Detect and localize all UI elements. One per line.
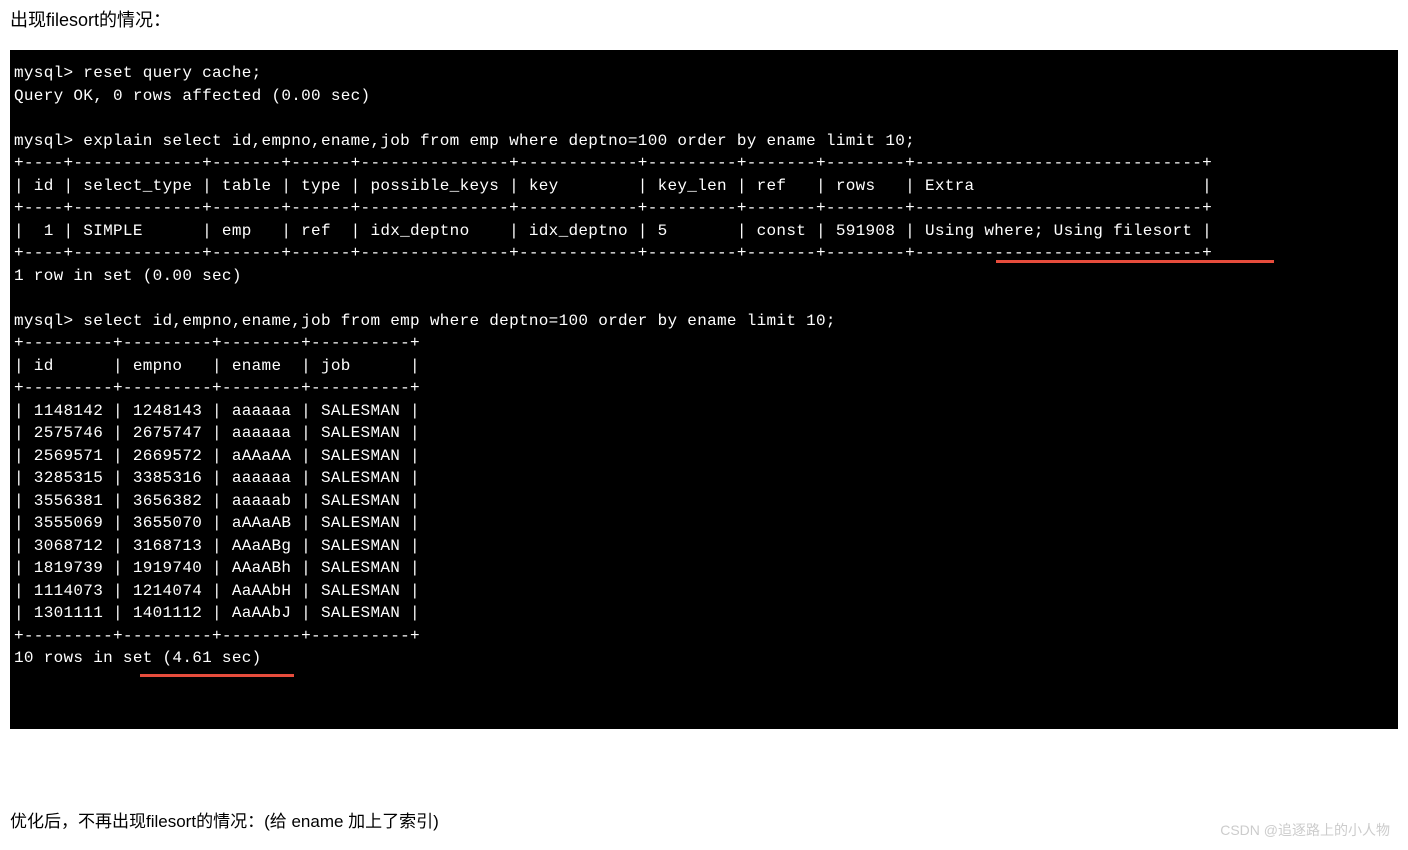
table-row: | 3555069 | 3655070 | aAAaAB | SALESMAN … <box>14 514 420 532</box>
table-separator: +---------+---------+--------+----------… <box>14 627 420 645</box>
table-separator: +---------+---------+--------+----------… <box>14 334 420 352</box>
explain-header: | id | select_type | table | type | poss… <box>14 177 1212 195</box>
section-heading-filesort: 出现filesort的情况： <box>10 6 1398 32</box>
highlight-underline-timing <box>140 674 294 677</box>
table-row: | 3285315 | 3385316 | aaaaaa | SALESMAN … <box>14 469 420 487</box>
table-row: | 2575746 | 2675747 | aaaaaa | SALESMAN … <box>14 424 420 442</box>
highlight-underline-filesort <box>996 260 1274 263</box>
table-row: | 1114073 | 1214074 | AaAAbH | SALESMAN … <box>14 582 420 600</box>
query-ok-result: Query OK, 0 rows affected (0.00 sec) <box>14 87 370 105</box>
table-row: | 1819739 | 1919740 | AAaABh | SALESMAN … <box>14 559 420 577</box>
table-row: | 1148142 | 1248143 | aaaaaa | SALESMAN … <box>14 402 420 420</box>
table-row: | 2569571 | 2669572 | aAAaAA | SALESMAN … <box>14 447 420 465</box>
mysql-cmd-reset: mysql> reset query cache; <box>14 64 262 82</box>
table-row: | 3556381 | 3656382 | aaaaab | SALESMAN … <box>14 492 420 510</box>
terminal-output: mysql> reset query cache; Query OK, 0 ro… <box>10 50 1398 729</box>
table-row: | 1301111 | 1401112 | AaAAbJ | SALESMAN … <box>14 604 420 622</box>
csdn-watermark: CSDN @追逐路上的小人物 <box>1220 820 1390 840</box>
table-separator: +----+-------------+-------+------+-----… <box>14 199 1212 217</box>
result-header: | id | empno | ename | job | <box>14 357 420 375</box>
rows-in-set-1: 1 row in set (0.00 sec) <box>14 267 242 285</box>
table-separator: +---------+---------+--------+----------… <box>14 379 420 397</box>
mysql-cmd-select: mysql> select id,empno,ename,job from em… <box>14 312 836 330</box>
table-row: | 3068712 | 3168713 | AAaABg | SALESMAN … <box>14 537 420 555</box>
explain-row: | 1 | SIMPLE | emp | ref | idx_deptno | … <box>14 222 1212 240</box>
section-heading-optimized: 优化后，不再出现filesort的情况：(给 ename 加上了索引) <box>10 807 1398 832</box>
mysql-cmd-explain: mysql> explain select id,empno,ename,job… <box>14 132 915 150</box>
rows-in-set-2: 10 rows in set (4.61 sec) <box>14 649 262 667</box>
table-separator: +----+-------------+-------+------+-----… <box>14 154 1212 172</box>
